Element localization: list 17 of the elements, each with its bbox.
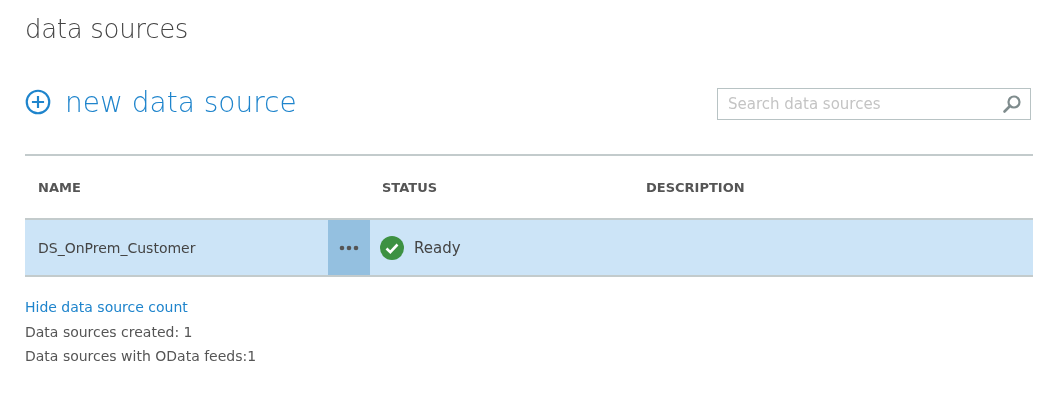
check-circle-icon (380, 235, 404, 260)
column-header: STATUS (381, 179, 439, 195)
search-field[interactable]: Search data sources (717, 88, 1031, 120)
hide-count-link[interactable]: Hide data source count (25, 299, 188, 315)
page-title: data sources (25, 14, 189, 44)
new-data-source-button[interactable]: new data source (25, 85, 297, 119)
more-button[interactable] (328, 220, 370, 275)
table-cell-text: DS_OnPrem_Customer (37, 238, 197, 258)
count-text: Data sources created: 1 (25, 324, 193, 340)
count-text: Data sources with OData feeds:1 (25, 348, 257, 364)
add-icon (25, 89, 51, 115)
status-text: Ready (414, 238, 461, 257)
more-icon (339, 244, 359, 251)
column-header: DESCRIPTION (646, 179, 745, 195)
search-icon (1002, 94, 1022, 114)
table-row[interactable]: DS_OnPrem_Customer Ready (25, 220, 1033, 277)
column-header: NAME (37, 179, 82, 195)
